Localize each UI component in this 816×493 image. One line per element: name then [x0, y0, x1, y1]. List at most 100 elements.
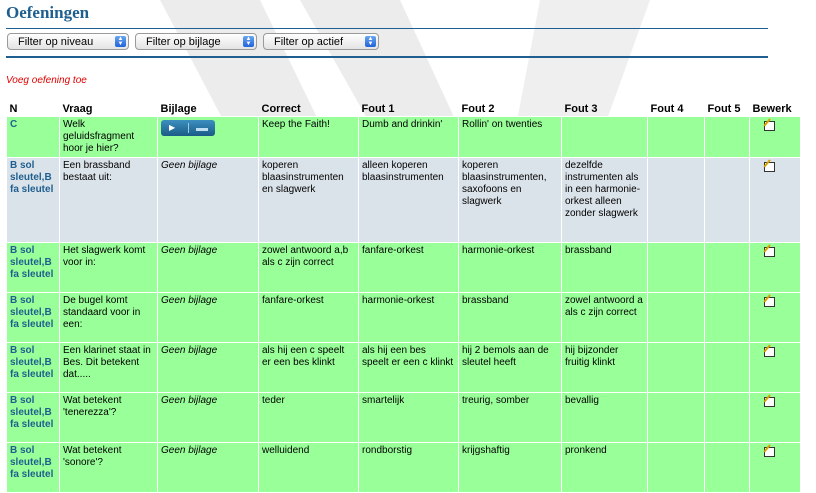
cell-bewerk — [749, 342, 801, 393]
cell-vraag: Welk geluidsfragment hoor je hier? — [59, 116, 158, 158]
cell-bijlage: Geen bijlage — [157, 392, 259, 443]
cell-n: B sol sleutel,B fa sleutel — [6, 392, 60, 443]
audio-player[interactable]: ▶ — [161, 120, 215, 136]
edit-icon[interactable] — [763, 244, 775, 257]
col-header-vraag: Vraag — [62, 103, 93, 115]
filter-bijlage-label: Filter op bijlage — [146, 35, 221, 48]
filter-bijlage-select[interactable]: Filter op bijlage ▲ ▼ — [135, 33, 257, 50]
col-header-correct: Correct — [261, 103, 301, 115]
cell-fout1: alleen koperen blaasinstrumenten — [358, 157, 459, 243]
cell-fout3: dezelfde instrumenten als in een harmoni… — [561, 157, 648, 243]
cell-fout3 — [561, 116, 648, 158]
cell-vraag: Een klarinet staat in Bes. Dit betekent … — [59, 342, 158, 393]
col-header-bijlage: Bijlage — [160, 103, 197, 115]
cell-fout4 — [647, 242, 705, 293]
cell-fout2: harmonie-orkest — [458, 242, 562, 293]
cell-fout5 — [704, 342, 750, 393]
cell-bewerk — [749, 292, 801, 343]
table-row: B sol sleutel,B fa sleutel Wat betekent … — [6, 392, 801, 443]
table-row: B sol sleutel,B fa sleutel Een klarinet … — [6, 342, 801, 393]
edit-icon[interactable] — [763, 159, 775, 172]
cell-correct: Keep the Faith! — [258, 116, 359, 158]
cell-correct: als hij een c speelt er een bes klinkt — [258, 342, 359, 393]
cell-fout5 — [704, 292, 750, 343]
cell-bijlage: Geen bijlage — [157, 242, 259, 293]
cell-bewerk — [749, 442, 801, 493]
edit-icon[interactable] — [763, 344, 775, 357]
edit-icon[interactable] — [763, 444, 775, 457]
cell-n: B sol sleutel,B fa sleutel — [6, 342, 60, 393]
cell-fout4 — [647, 342, 705, 393]
cell-vraag: Het slagwerk komt voor in: — [59, 242, 158, 293]
cell-fout1: rondborstig — [358, 442, 459, 493]
player-divider — [188, 123, 189, 133]
cell-fout1: harmonie-orkest — [358, 292, 459, 343]
updown-arrow-icon: ▲ ▼ — [243, 36, 254, 47]
cell-vraag: Wat betekent 'sonore'? — [59, 442, 158, 493]
cell-n: B sol sleutel,B fa sleutel — [6, 442, 60, 493]
cell-fout3: hij bijzonder fruitig klinkt — [561, 342, 648, 393]
filter-niveau-label: Filter op niveau — [18, 35, 94, 48]
cell-fout1: Dumb and drinkin' — [358, 116, 459, 158]
table-row: B sol sleutel,B fa sleutel De bugel komt… — [6, 292, 801, 343]
edit-icon[interactable] — [763, 394, 775, 407]
cell-bewerk — [749, 157, 801, 243]
col-header-bewerk: Bewerk — [752, 103, 792, 115]
col-header-n: N — [9, 103, 18, 115]
cell-vraag: Een brassband bestaat uit: — [59, 157, 158, 243]
cell-fout4 — [647, 392, 705, 443]
cell-fout5 — [704, 116, 750, 158]
edit-icon[interactable] — [763, 118, 775, 131]
updown-arrow-icon: ▲ ▼ — [365, 36, 376, 47]
title-divider — [6, 28, 768, 29]
table-row: B sol sleutel,B fa sleutel Een brassband… — [6, 157, 801, 243]
cell-fout2: brassband — [458, 292, 562, 343]
filter-actief-label: Filter op actief — [274, 35, 344, 48]
cell-fout3: zowel antwoord a als c zijn correct — [561, 292, 648, 343]
cell-bewerk — [749, 116, 801, 158]
cell-fout5 — [704, 442, 750, 493]
edit-icon[interactable] — [763, 294, 775, 307]
cell-bijlage: Geen bijlage — [157, 157, 259, 243]
cell-correct: teder — [258, 392, 359, 443]
page-title: Oefeningen — [6, 3, 90, 22]
cell-fout3: bevallig — [561, 392, 648, 443]
cell-n: B sol sleutel,B fa sleutel — [6, 157, 60, 243]
col-header-fout4: Fout 4 — [650, 103, 684, 115]
cell-vraag: Wat betekent 'tenerezza'? — [59, 392, 158, 443]
cell-fout4 — [647, 292, 705, 343]
cell-bijlage: Geen bijlage — [157, 292, 259, 343]
cell-fout5 — [704, 157, 750, 243]
cell-bijlage: Geen bijlage — [157, 442, 259, 493]
cell-fout1: als hij een bes speelt er een c klinkt — [358, 342, 459, 393]
cell-fout4 — [647, 157, 705, 243]
cell-fout5 — [704, 242, 750, 293]
cell-n: B sol sleutel,B fa sleutel — [6, 242, 60, 293]
cell-correct: koperen blaasinstrumenten en slagwerk — [258, 157, 359, 243]
filter-bar: Filter op niveau ▲ ▼ Filter op bijlage ▲ ▼… — [7, 33, 379, 50]
filter-niveau-select[interactable]: Filter op niveau ▲ ▼ — [7, 33, 129, 50]
table-row: B sol sleutel,B fa sleutel Wat betekent … — [6, 442, 801, 493]
cell-fout4 — [647, 442, 705, 493]
cell-correct: fanfare-orkest — [258, 292, 359, 343]
cell-fout2: koperen blaasinstrumenten, saxofoons en … — [458, 157, 562, 243]
cell-fout1: smartelijk — [358, 392, 459, 443]
cell-bewerk — [749, 242, 801, 293]
table-row: C Welk geluidsfragment hoor je hier? ▶ K… — [6, 116, 801, 158]
cell-bijlage: Geen bijlage — [157, 342, 259, 393]
add-exercise-link[interactable]: Voeg oefening toe — [6, 75, 87, 86]
cell-fout2: treurig, somber — [458, 392, 562, 443]
updown-arrow-icon: ▲ ▼ — [115, 36, 126, 47]
cell-fout2: hij 2 bemols aan de sleutel heeft — [458, 342, 562, 393]
cell-fout1: fanfare-orkest — [358, 242, 459, 293]
cell-n: B sol sleutel,B fa sleutel — [6, 292, 60, 343]
exercises-table: N Vraag Bijlage Correct Fout 1 Fout 2 Fo… — [6, 100, 801, 493]
play-icon[interactable]: ▶ — [169, 122, 175, 134]
cell-fout3: pronkend — [561, 442, 648, 493]
cell-fout4 — [647, 116, 705, 158]
col-header-fout3: Fout 3 — [564, 103, 598, 115]
cell-fout3: brassband — [561, 242, 648, 293]
volume-icon[interactable] — [196, 128, 208, 131]
col-header-fout5: Fout 5 — [707, 103, 741, 115]
filter-actief-select[interactable]: Filter op actief ▲ ▼ — [263, 33, 379, 50]
